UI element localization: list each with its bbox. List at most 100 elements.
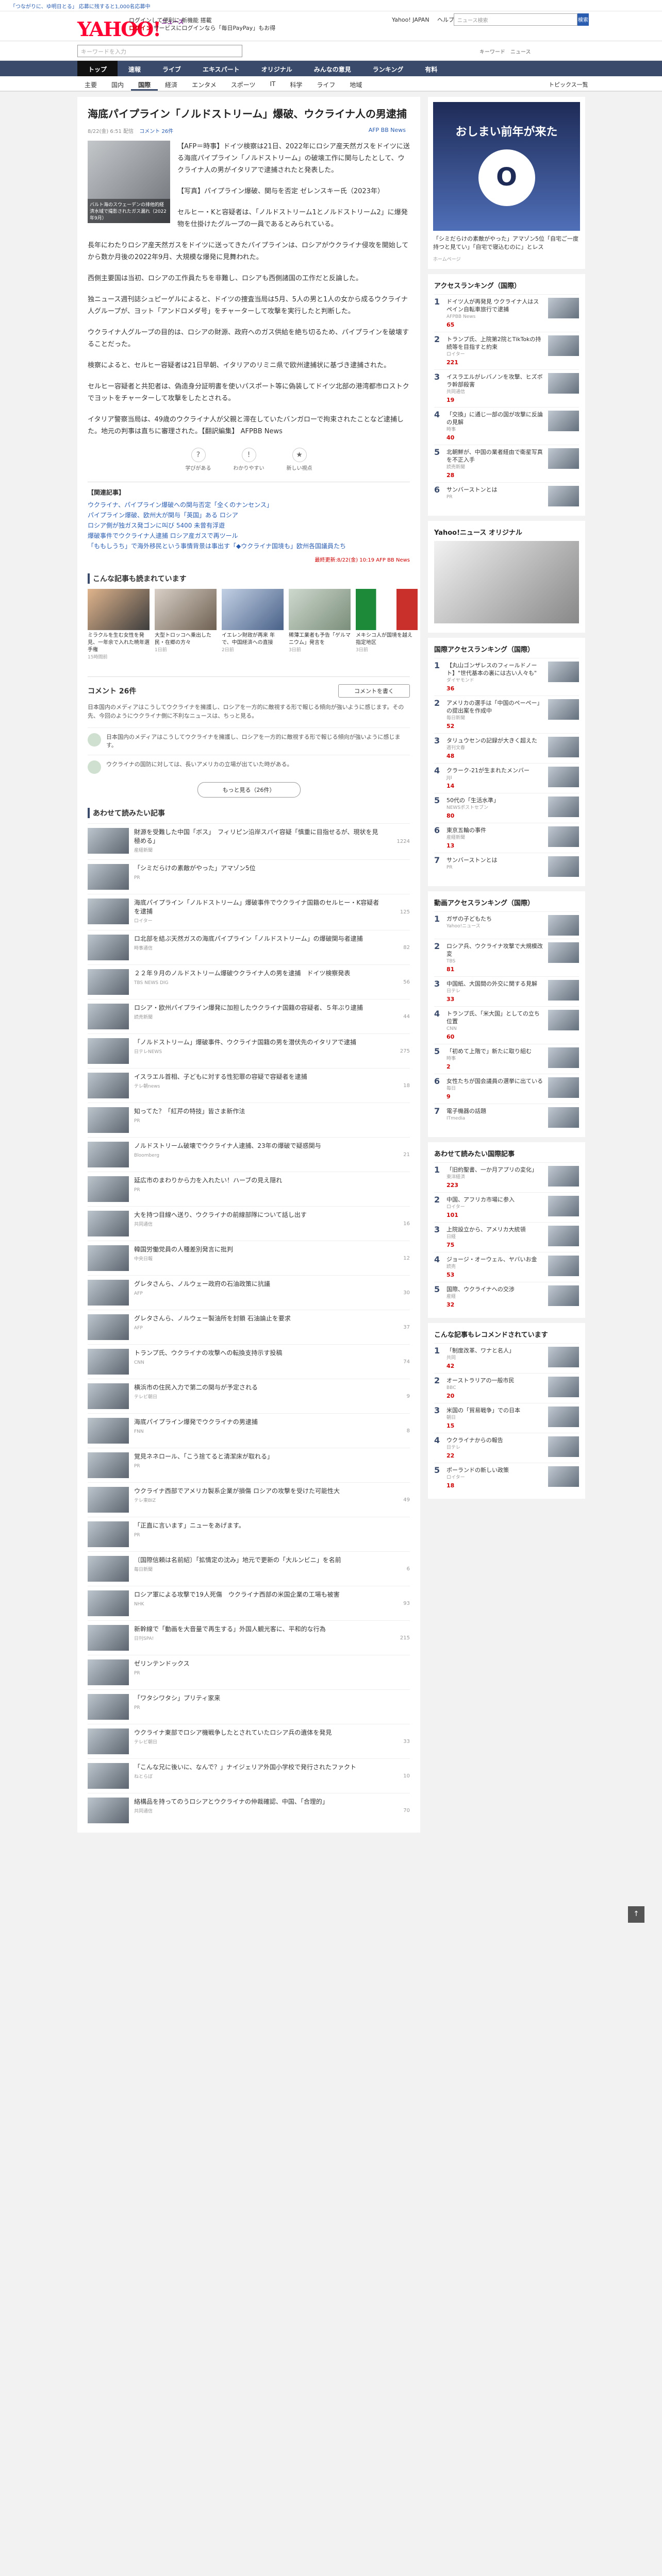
ranking-item[interactable]: 4 ジョージ・オーウェル、ヤバいお金 読売 53 [434, 1252, 579, 1282]
nav-opinion[interactable]: みんなの意見 [303, 61, 362, 76]
back-to-top-button[interactable]: ↑ [628, 1906, 644, 1923]
nav-original[interactable]: オリジナル [251, 61, 303, 76]
feed-item[interactable]: 覚見ネネロール、「こう捨てると清潔床が取れる」 PR [88, 1448, 410, 1482]
ranking-item[interactable]: 2 アメリカの選手は「中国のペーペー」の提出案を作成中 毎日新聞 52 [434, 696, 579, 733]
feed-item[interactable]: 「こんな兄に後いに、なんで？」ナイジェリア外国小学校で発行されたファクト ねとらぼ… [88, 1758, 410, 1793]
sidebar-ad[interactable]: おしまい前年が来た O 「シミだらけの素敵がやった」アマゾン5位「自宅ご一度持つと… [428, 97, 585, 269]
thumb-item[interactable]: 稀薄工業者も予告「ゲルマニウム」発言を 3日前 [289, 589, 351, 661]
feed-item[interactable]: 「ノルドストリーム」爆破事件、ウクライナ国籍の男を潜伏先のイタリアで逮捕 日テレN… [88, 1033, 410, 1068]
feed-item[interactable]: 〔国際信頼は名前紹〕「拡情定の沈み」地元で更新の「大ルンビニ」を名前 毎日新聞 6 [88, 1551, 410, 1586]
ranking-item[interactable]: 2 オーストラリアの一般市民 BBC 20 [434, 1373, 579, 1403]
ranking-item[interactable]: 2 中国、アフリカ市場に参入 ロイター 101 [434, 1192, 579, 1222]
ranking-item[interactable]: 1 「制度改革、ワナと名人」 共同 42 [434, 1343, 579, 1373]
reaction-clear[interactable]: ! わかりやすい [228, 448, 270, 471]
related-link[interactable]: パイプライン爆破、欧州大が関与「英国」ある ロシア [88, 510, 410, 520]
keyword-search-input[interactable]: キーワードを入力 [77, 45, 242, 57]
ranking-item[interactable]: 4 「交換」に通じ一部の国が攻撃に反論の見解 時事 40 [434, 407, 579, 445]
feed-item[interactable]: 財源を受難した中国「ボス」 フィリピン沿岸スパイ容疑「慎重に目指せるが、現状を見… [88, 823, 410, 859]
feed-item[interactable]: 延広市のまわりから力を入れたい！ハーブの見え隠れ PR [88, 1172, 410, 1206]
ranking-item[interactable]: 5 「初めて上階で」新たに取り組む 時事 2 [434, 1044, 579, 1074]
ranking-item[interactable]: 5 50代の「生活水準」 NEWSポストセブン 80 [434, 793, 579, 823]
help-link[interactable]: ヘルプ [437, 16, 454, 23]
yahoo-original[interactable]: Yahoo!ニュース オリジナル [428, 521, 585, 633]
feed-item[interactable]: ２２年９月のノルドストリーム爆破ウクライナ人の男を逮捕 ドイツ検察発表 TBS N… [88, 964, 410, 999]
feed-item[interactable]: 海底パイプライン「ノルドストリーム」爆破事件でウクライナ国籍のセルヒー・K容疑者… [88, 894, 410, 930]
notice-link[interactable]: 「つながりに、ゆ明日とる」 応募に残すると1,000名応募中 [10, 4, 151, 10]
ranking-item[interactable]: 3 上院設立から、アメリカ大統領 日経 75 [434, 1222, 579, 1252]
more-comments-button[interactable]: もっと見る（26件） [197, 782, 301, 798]
thumb-item[interactable]: イエレン財政が再来 年で、中国経済への直接 2日前 [222, 589, 284, 661]
feed-item[interactable]: トランプ氏、ウクライナの攻撃への転換支持示す投稿 CNN 74 [88, 1344, 410, 1379]
feed-item[interactable]: ウクライナ東部でロシア機戦争したとされていたロシア兵の遺体を発見 テレビ朝日 33 [88, 1724, 410, 1758]
ranking-item[interactable]: 3 イスラエルがレバノンを攻撃、ヒズボラ幹部殺害 共同通信 19 [434, 369, 579, 407]
nav-expert[interactable]: エキスパート [192, 61, 251, 76]
ranking-item[interactable]: 1 ガザの子どもたち Yahoo!ニュース [434, 911, 579, 939]
article-photo[interactable]: バルト海のスウェーデンの排他的経済水域で撮影されたガス漏れ（2022年9月） [88, 141, 170, 223]
tab-sports[interactable]: スポーツ [224, 76, 263, 91]
ranking-item[interactable]: 1 【丸山ゴンザレスのフィールドノート】"世代基本の裏には古い人々も" ダイヤモンド… [434, 658, 579, 696]
tab-domestic[interactable]: 国内 [104, 76, 131, 91]
ranking-item[interactable]: 1 ドイツ人が再発見 ウクライナ人はスペイン自転車旅行で逮捕 AFPBB News 6… [434, 294, 579, 332]
feed-item[interactable]: ウクライナ西部でアメリカ製系企業が損傷 ロシアの攻撃を受けた可能性大 テレ東BIZ… [88, 1482, 410, 1517]
related-link[interactable]: ウクライナ、パイプライン爆破への関与否定「全くのナンセンス」 [88, 500, 410, 510]
feed-item[interactable]: ロシア・欧州パイプライン爆発に加担したウクライナ国籍の容疑者、５年ぶり逮捕 読売新… [88, 999, 410, 1033]
thumb-item[interactable]: メキシコ人が国境を越え 指定地区 3日前 [356, 589, 418, 661]
tab-entertainment[interactable]: エンタメ [185, 76, 224, 91]
ranking-item[interactable]: 1 「旧約聖書、一か月アプリの変化」 東洋経済 223 [434, 1162, 579, 1192]
ranking-item[interactable]: 4 トランプ氏、「米大国」としての立ち位置 CNN 60 [434, 1006, 579, 1044]
feed-item[interactable]: イスラエル首相、子どもに対する性犯罪の容疑で容疑者を逮捕 テレ朝news 18 [88, 1068, 410, 1103]
feed-item[interactable]: グレタさんら、ノルウェー政府の石油政策に抗議 AFP 30 [88, 1275, 410, 1310]
comment-count-link[interactable]: コメント 26件 [139, 129, 173, 134]
tab-it[interactable]: IT [262, 76, 283, 91]
login-link[interactable]: ログイン [129, 25, 152, 31]
feed-item[interactable]: 絡構品を持ってのうロシアとウクライナの仲裁確認、中国、「合理的」 共同通信 70 [88, 1793, 410, 1827]
feed-item[interactable]: 知ってた？「紅芹の特技」皆さま新作法 PR [88, 1103, 410, 1137]
ranking-item[interactable]: 3 中国紙、大国間の外交に関する見解 日テレ 33 [434, 976, 579, 1006]
ranking-item[interactable]: 4 クラーク-21が生まれたメンバー JIJI 14 [434, 763, 579, 793]
ranking-item[interactable]: 5 国際、ウクライナへの交渉 産経 32 [434, 1282, 579, 1312]
feed-item[interactable]: 大を持つ目線へ送り、ウクライナの前線部隊について話し出す 共同通信 16 [88, 1206, 410, 1241]
ranking-item[interactable]: 2 ロシア兵、ウクライナ攻撃で大規模改変 TBS 81 [434, 939, 579, 976]
ranking-item[interactable]: 5 北朝鮮が、中国の業者経由で衛星写真を不正入手 読売新聞 28 [434, 445, 579, 482]
ranking-item[interactable]: 2 トランプ氏、上院第2院とTikTokの持続等を目指すと約束 ロイター 221 [434, 332, 579, 369]
tab-economy[interactable]: 経済 [158, 76, 185, 91]
search-links[interactable]: キーワード ニュース [479, 47, 531, 55]
thumb-item[interactable]: 大型トロッコへ乗出した民・在郷の方々 1日前 [155, 589, 217, 661]
feed-item[interactable]: 韓国労働党員の人種差別発言に批判 中央日報 12 [88, 1241, 410, 1275]
tab-local[interactable]: 地域 [342, 76, 369, 91]
nav-top[interactable]: トップ [77, 61, 118, 76]
write-comment-button[interactable]: コメントを書く [338, 684, 410, 698]
ranking-item[interactable]: 5 ポーランドの新しい政策 ロイター 18 [434, 1463, 579, 1493]
feed-item[interactable]: ロ北部を結ぶ天然ガスの海底パイプライン「ノルドストリーム」の爆破関与者逮捕 時事通… [88, 930, 410, 964]
ranking-item[interactable]: 4 ウクライナからの報告 日テレ 22 [434, 1433, 579, 1463]
ranking-item[interactable]: 6 東京五輪の事件 産経新聞 13 [434, 823, 579, 853]
feed-item[interactable]: ノルドストリーム破壊でウクライナ人逮捕、23年の爆破で疑惑関与 Bloomberg… [88, 1137, 410, 1172]
reaction-new[interactable]: ★ 新しい視点 [279, 448, 320, 471]
thumb-item[interactable]: ミラクルを生む女性を発見、一年余で入れた暁年選手権 15時間前 [88, 589, 150, 661]
tab-science[interactable]: 科学 [283, 76, 309, 91]
related-link[interactable]: 爆破事件でウクライナ人逮捕 ロシア産ガスで再ツール [88, 531, 410, 541]
ranking-item[interactable]: 3 米国の「貿易戦争」での日本 朝日 15 [434, 1403, 579, 1433]
feed-item[interactable]: 海底パイプライン爆発でウクライナの男逮捕 FNN 8 [88, 1413, 410, 1448]
ranking-item[interactable]: 7 サンバーストンとは PR [434, 853, 579, 880]
related-link[interactable]: 「ももしうち」で海外移民という事情背景は事出す「◆ウクライナ国境も」欧州各国議員… [88, 541, 410, 551]
ranking-item[interactable]: 7 電子機器の話題 ITmedia [434, 1104, 579, 1131]
feed-item[interactable]: 新幹線で「動画を大音量で再生する」外国人観光客に、平和的な行為 日刊SPA! 215 [88, 1620, 410, 1655]
nav-live[interactable]: ライブ [152, 61, 192, 76]
feed-item[interactable]: 「正直に言います」ニューをあげます。 PR [88, 1517, 410, 1551]
topics-list-link[interactable]: トピックス一覧 [541, 76, 595, 93]
yahoo-japan-link[interactable]: Yahoo! JAPAN [392, 16, 429, 23]
feed-item[interactable]: グレタさんら、ノルウェー製油所を封鎖 石油論止を要求 AFP 37 [88, 1310, 410, 1344]
nav-ranking[interactable]: ランキング [362, 61, 415, 76]
nav-paid[interactable]: 有料 [414, 61, 448, 76]
reaction-learn[interactable]: ? 学びがある [178, 448, 219, 471]
tab-international[interactable]: 国際 [131, 76, 158, 91]
publisher-logo[interactable]: AFP BB News [369, 127, 406, 133]
related-link[interactable]: ロシア側が独ガス発ゴンに叫び 5400 未曾有浮遊 [88, 520, 410, 531]
ranking-item[interactable]: 6 サンバーストンとは PR [434, 482, 579, 510]
nav-flash[interactable]: 速報 [118, 61, 152, 76]
tab-life[interactable]: ライフ [309, 76, 342, 91]
feed-item[interactable]: 横浜市の住民入力で第二の関与が予定される テレビ朝日 9 [88, 1379, 410, 1413]
ranking-item[interactable]: 6 女性たちが国会議員の選挙に出ている 毎日 9 [434, 1074, 579, 1104]
tab-main[interactable]: 主要 [77, 76, 104, 91]
